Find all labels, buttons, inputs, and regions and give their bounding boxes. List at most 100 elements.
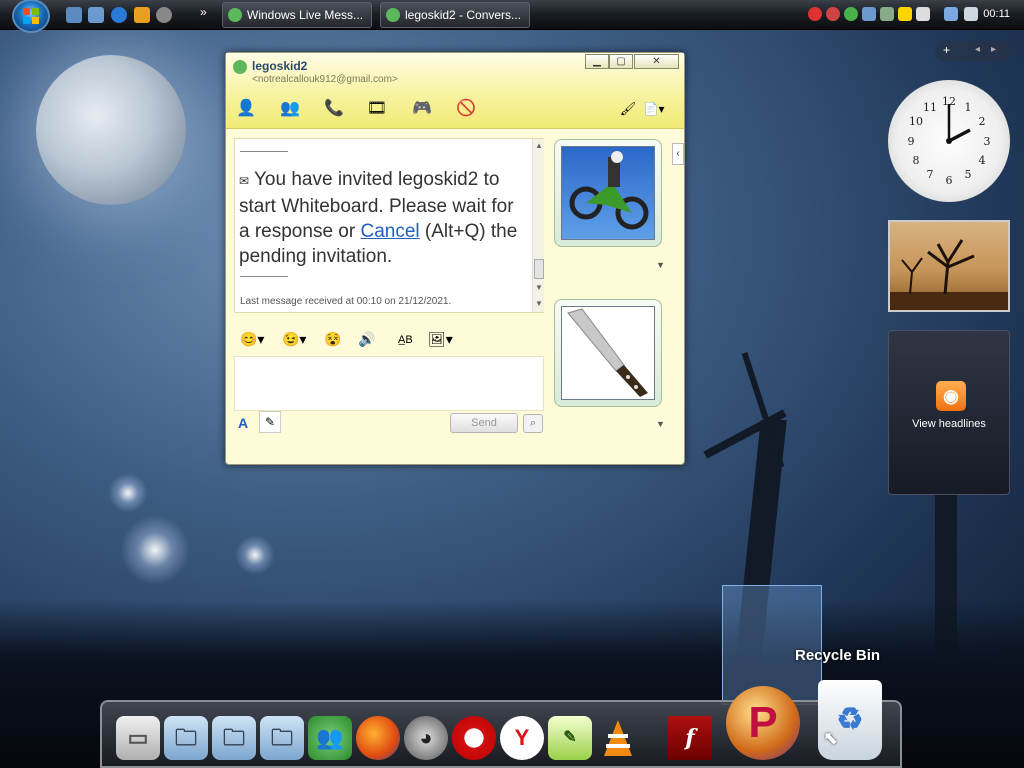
- my-display-picture[interactable]: [554, 299, 662, 407]
- wink-icon[interactable]: 😉▾: [282, 331, 306, 348]
- yandex-icon[interactable]: Y: [500, 716, 544, 760]
- show-desktop-icon[interactable]: [66, 7, 82, 23]
- taskbar-clock[interactable]: 00:11: [983, 8, 1010, 20]
- knife-picture: [561, 306, 655, 400]
- add-gadget-button[interactable]: +: [943, 43, 950, 57]
- taskbar-button-messenger[interactable]: Windows Live Mess...: [222, 2, 372, 28]
- contact-email: <notrealcallouk912@gmail.com>: [252, 74, 398, 85]
- video-call-icon[interactable]: 🎞: [365, 98, 389, 120]
- security-alert-icon[interactable]: [808, 7, 822, 21]
- divider: [240, 151, 288, 152]
- taskbar-button-conversation[interactable]: legoskid2 - Convers...: [380, 2, 530, 28]
- media-player-icon[interactable]: [134, 7, 150, 23]
- quicklaunch-overflow[interactable]: »: [200, 5, 207, 19]
- documents-folder-icon[interactable]: 🗀: [260, 716, 304, 760]
- display-icon[interactable]: [916, 7, 930, 21]
- battery-icon[interactable]: [880, 7, 894, 21]
- minimize-button[interactable]: ▁: [585, 54, 609, 69]
- star-glow: [235, 535, 275, 575]
- slideshow-gadget[interactable]: [888, 220, 1010, 312]
- spell-check-icon[interactable]: A̲B: [398, 334, 413, 346]
- gadget-next-button[interactable]: ▸: [991, 44, 996, 55]
- taskbar: » Windows Live Mess... legoskid2 - Conve…: [0, 0, 1024, 33]
- invite-contact-icon[interactable]: 👤: [234, 98, 258, 120]
- clock-face: 12 12 345 678 91011: [908, 95, 991, 187]
- p-app-icon[interactable]: P: [726, 686, 800, 760]
- gadget-prev-button[interactable]: ◂: [975, 44, 980, 55]
- star-glow: [108, 473, 148, 513]
- contact-status-icon: [233, 60, 247, 74]
- notepad-icon[interactable]: ✎: [548, 716, 592, 760]
- motocross-picture: [561, 146, 655, 240]
- scroll-up-arrow[interactable]: ▲: [533, 141, 545, 153]
- star-glow: [120, 515, 190, 585]
- switch-windows-icon[interactable]: [88, 7, 104, 23]
- message-input[interactable]: [234, 356, 544, 411]
- invitation-message: ✉ You have invited legoskid2 to start Wh…: [239, 167, 529, 269]
- contact-name: legoskid2: [252, 59, 308, 73]
- scroll-down-arrow[interactable]: ▼: [533, 283, 545, 295]
- internet-explorer-icon[interactable]: [111, 7, 127, 23]
- mouse-cursor: ⬉: [823, 728, 839, 748]
- background-icon[interactable]: 🖼▾: [428, 331, 453, 348]
- show-menu-icon[interactable]: 📄▾: [642, 98, 666, 120]
- close-button[interactable]: ✕: [634, 54, 679, 69]
- clock-gadget[interactable]: 12 1 2 345 678 9 10 11: [888, 80, 1010, 202]
- block-contact-icon[interactable]: 🚫: [454, 98, 478, 120]
- application-dock: ▭ 🗀 🗀 🗀 👥 ◕ Y ✎ f P ♻: [100, 680, 902, 768]
- contact-display-picture[interactable]: [554, 139, 662, 247]
- task-label: legoskid2 - Convers...: [405, 8, 522, 22]
- nudge-icon[interactable]: 😵: [324, 331, 341, 348]
- view-headlines-label[interactable]: View headlines: [889, 418, 1009, 430]
- raccoon-icon[interactable]: ◕: [404, 716, 448, 760]
- vlc-icon[interactable]: [596, 716, 640, 760]
- handwriting-icon[interactable]: ✎: [259, 411, 281, 433]
- opera-icon[interactable]: [452, 716, 496, 760]
- svg-text:2: 2: [979, 115, 986, 128]
- flash-icon[interactable]: f: [668, 716, 712, 760]
- font-icon[interactable]: A: [238, 415, 248, 431]
- call-icon[interactable]: 📞: [322, 98, 346, 120]
- presentation-icon[interactable]: ▭: [116, 716, 160, 760]
- raccoon-quicklaunch-icon[interactable]: [156, 7, 172, 23]
- network-connections-icon[interactable]: [944, 7, 958, 21]
- svg-text:8: 8: [913, 154, 920, 167]
- messenger-icon: [228, 8, 242, 22]
- volume-icon[interactable]: [964, 7, 978, 21]
- emoticon-icon[interactable]: 😊▾: [240, 331, 264, 348]
- messenger-contact-icon[interactable]: [844, 7, 858, 21]
- feed-headlines-gadget[interactable]: ◉ View headlines: [888, 330, 1010, 495]
- display-picture-menu-arrow[interactable]: ▼: [656, 260, 665, 270]
- share-folders-icon[interactable]: 👥: [278, 98, 302, 120]
- conversation-header: legoskid2 <notrealcallouk912@gmail.com> …: [226, 53, 684, 129]
- last-message-status: Last message received at 00:10 on 21/12/…: [240, 296, 452, 307]
- svg-text:9: 9: [908, 135, 915, 148]
- my-picture-menu-arrow[interactable]: ▼: [656, 419, 665, 429]
- conversation-icon: [386, 8, 400, 22]
- scroll-thumb[interactable]: [534, 259, 544, 279]
- moon-wallpaper: [36, 55, 186, 205]
- start-button[interactable]: [12, 0, 50, 33]
- folder-icon[interactable]: 🗀: [164, 716, 208, 760]
- power-icon[interactable]: [898, 7, 912, 21]
- pictures-folder-icon[interactable]: 🗀: [212, 716, 256, 760]
- collapse-pictures-button[interactable]: ‹: [672, 143, 684, 165]
- chat-scrollbar[interactable]: ▲ ▼ ▼: [532, 139, 544, 312]
- scroll-end-arrow[interactable]: ▼: [533, 299, 545, 311]
- svg-text:10: 10: [909, 115, 923, 128]
- recycle-bin-label[interactable]: Recycle Bin: [795, 647, 880, 664]
- tree-sunset-picture: [890, 239, 1008, 310]
- messenger-icon[interactable]: 👥: [308, 716, 352, 760]
- windows-logo-icon: [23, 8, 39, 24]
- messenger-status-icon[interactable]: [826, 7, 840, 21]
- cancel-invitation-link[interactable]: Cancel: [360, 221, 419, 242]
- network-icon[interactable]: [862, 7, 876, 21]
- paint-brush-icon[interactable]: 🖌: [616, 98, 640, 120]
- search-icon[interactable]: ⌕: [523, 414, 543, 433]
- activities-icon[interactable]: 🎮: [410, 98, 434, 120]
- conversation-history[interactable]: ✉ You have invited legoskid2 to start Wh…: [234, 138, 544, 313]
- voice-clip-icon[interactable]: 🔊: [358, 331, 375, 348]
- maximize-button[interactable]: ▢: [609, 54, 633, 69]
- send-button[interactable]: Send: [450, 413, 518, 433]
- firefox-icon[interactable]: [356, 716, 400, 760]
